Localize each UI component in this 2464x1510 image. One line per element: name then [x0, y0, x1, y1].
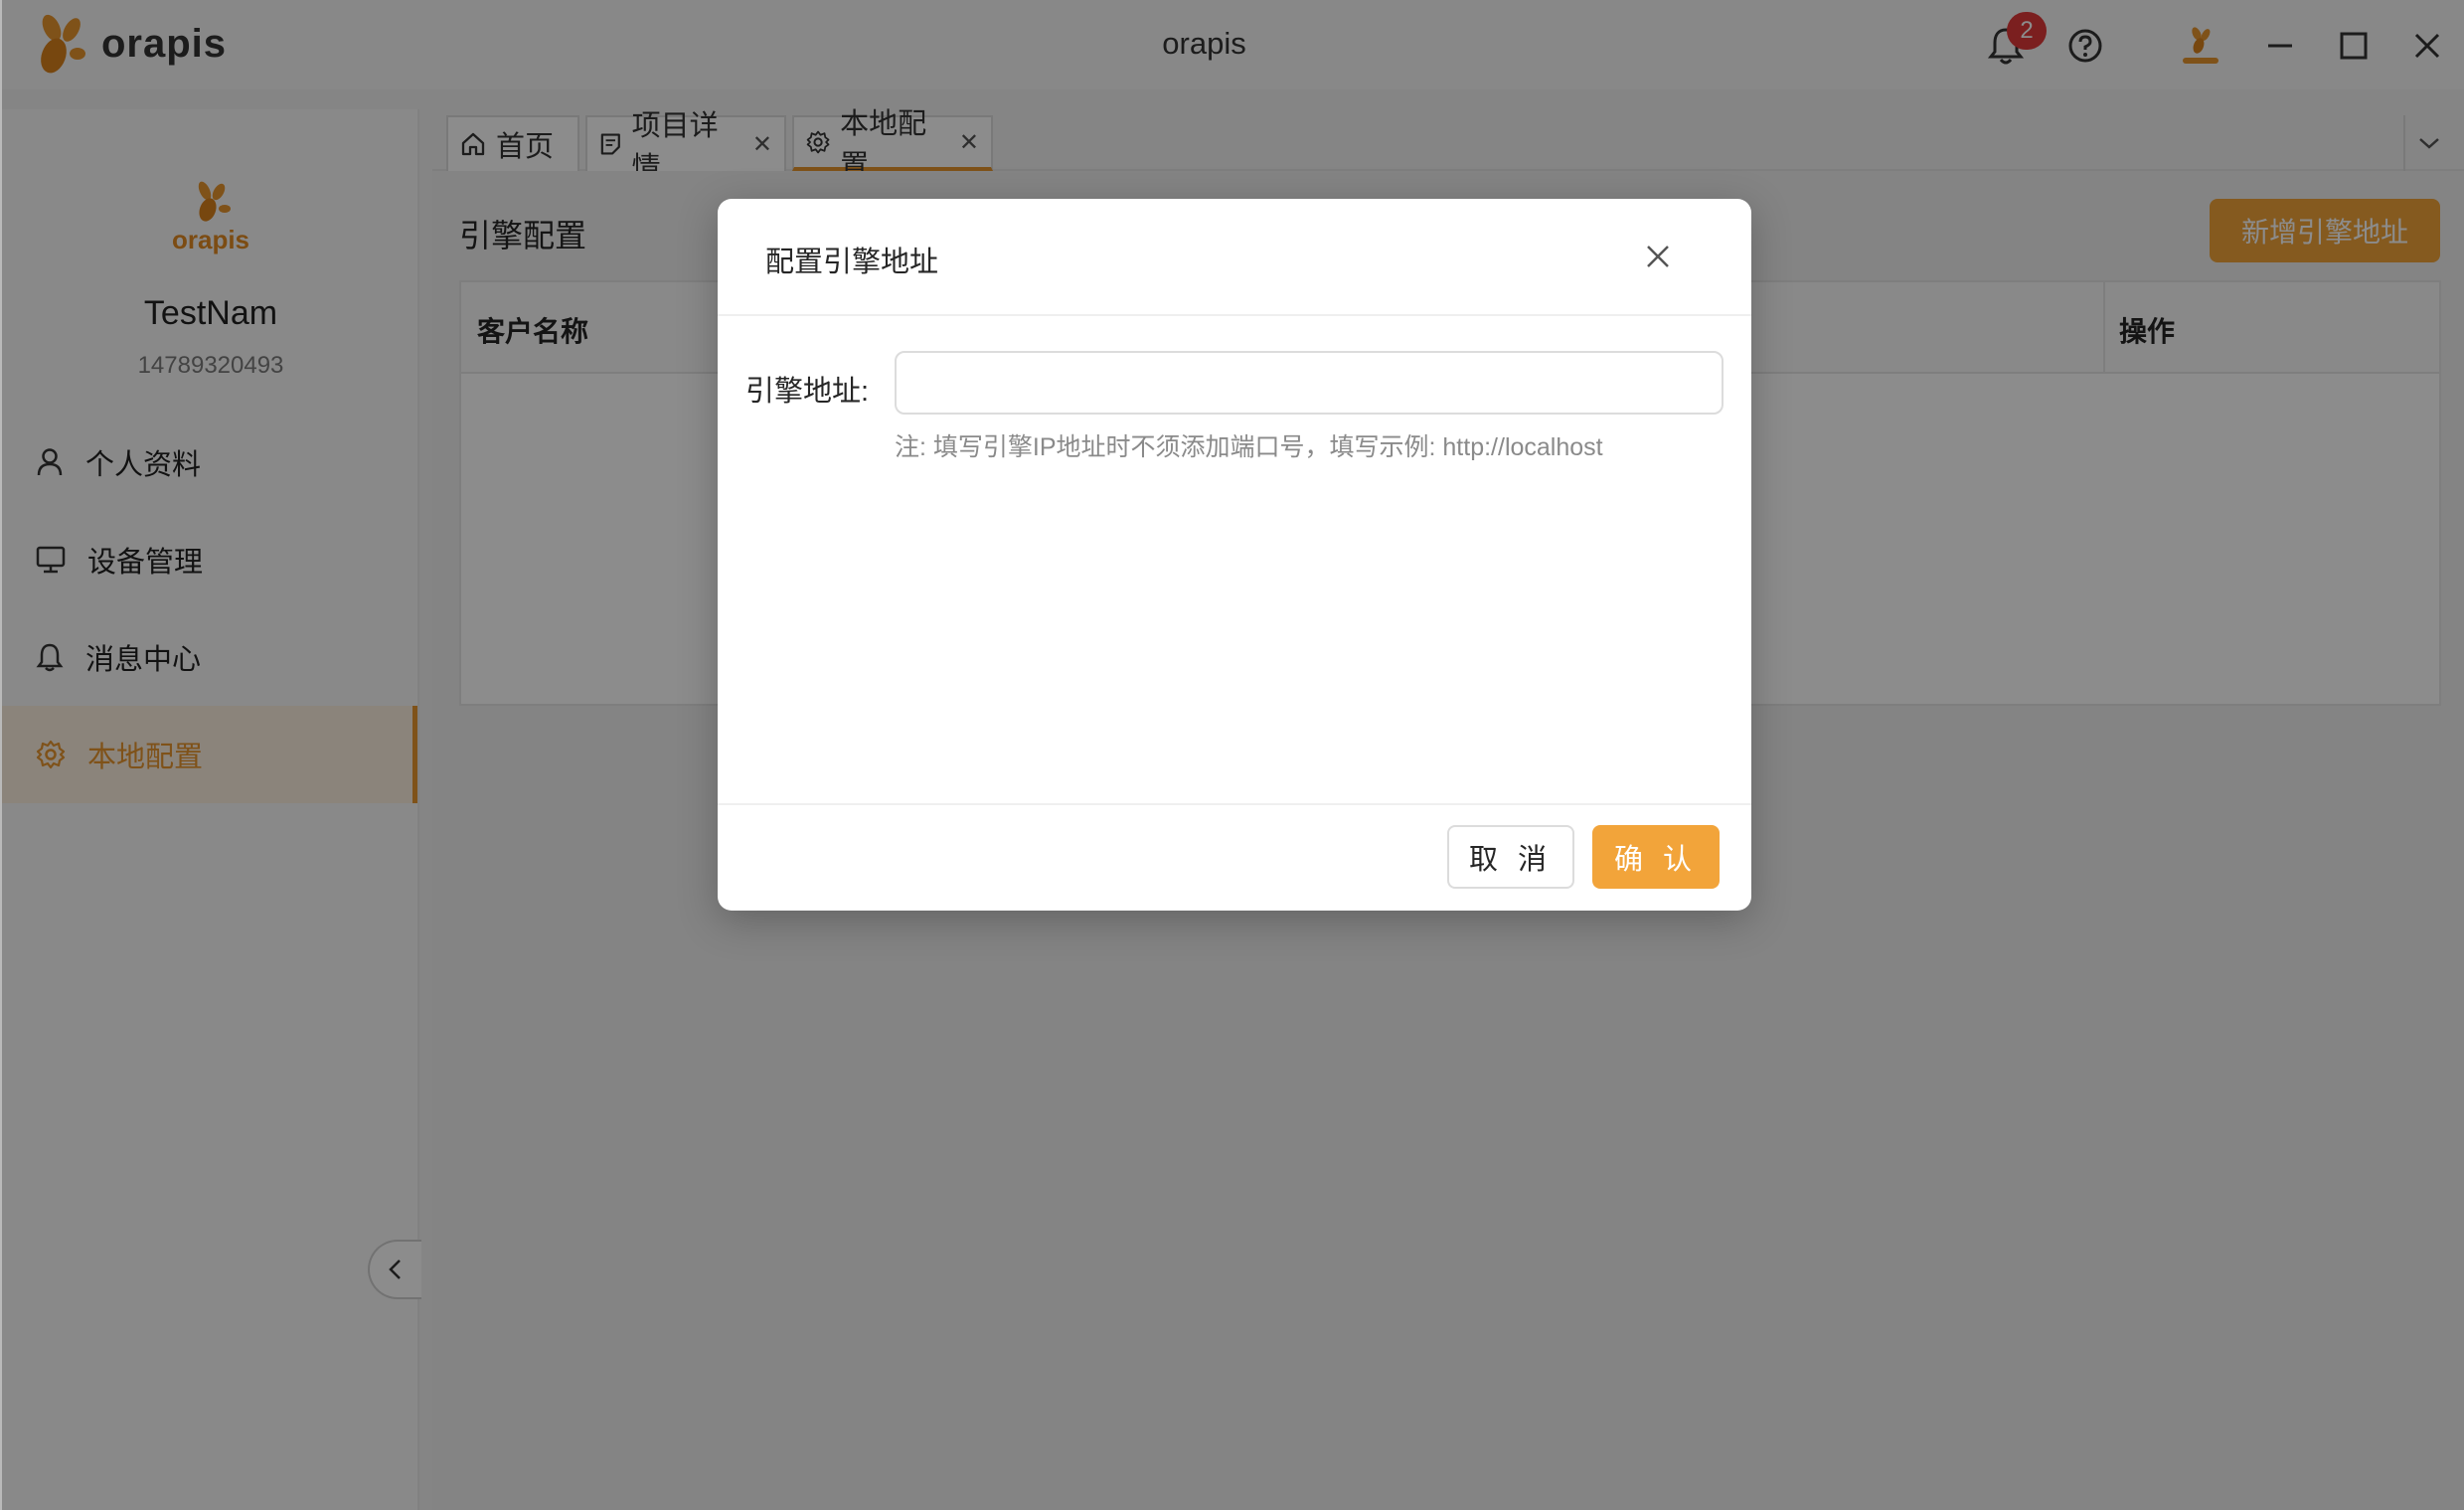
dialog-header: 配置引擎地址	[718, 199, 1751, 316]
cancel-button[interactable]: 取 消	[1447, 825, 1574, 889]
close-icon	[1647, 246, 1669, 267]
engine-address-hint: 注: 填写引擎IP地址时不须添加端口号，填写示例: http://localho…	[895, 433, 1603, 461]
dialog-footer: 取 消 确 认	[718, 803, 1751, 911]
dialog-title: 配置引擎地址	[765, 247, 939, 278]
engine-address-input[interactable]	[895, 351, 1724, 415]
engine-address-label: 引擎地址:	[745, 376, 870, 408]
dialog-close-button[interactable]	[1636, 235, 1680, 278]
app-window: orapis orapis 2 orapis TestNam 147893204…	[0, 0, 2464, 1510]
config-engine-dialog: 配置引擎地址 引擎地址: 注: 填写引擎IP地址时不须添加端口号，填写示例: h…	[718, 199, 1751, 911]
confirm-button[interactable]: 确 认	[1592, 825, 1720, 889]
